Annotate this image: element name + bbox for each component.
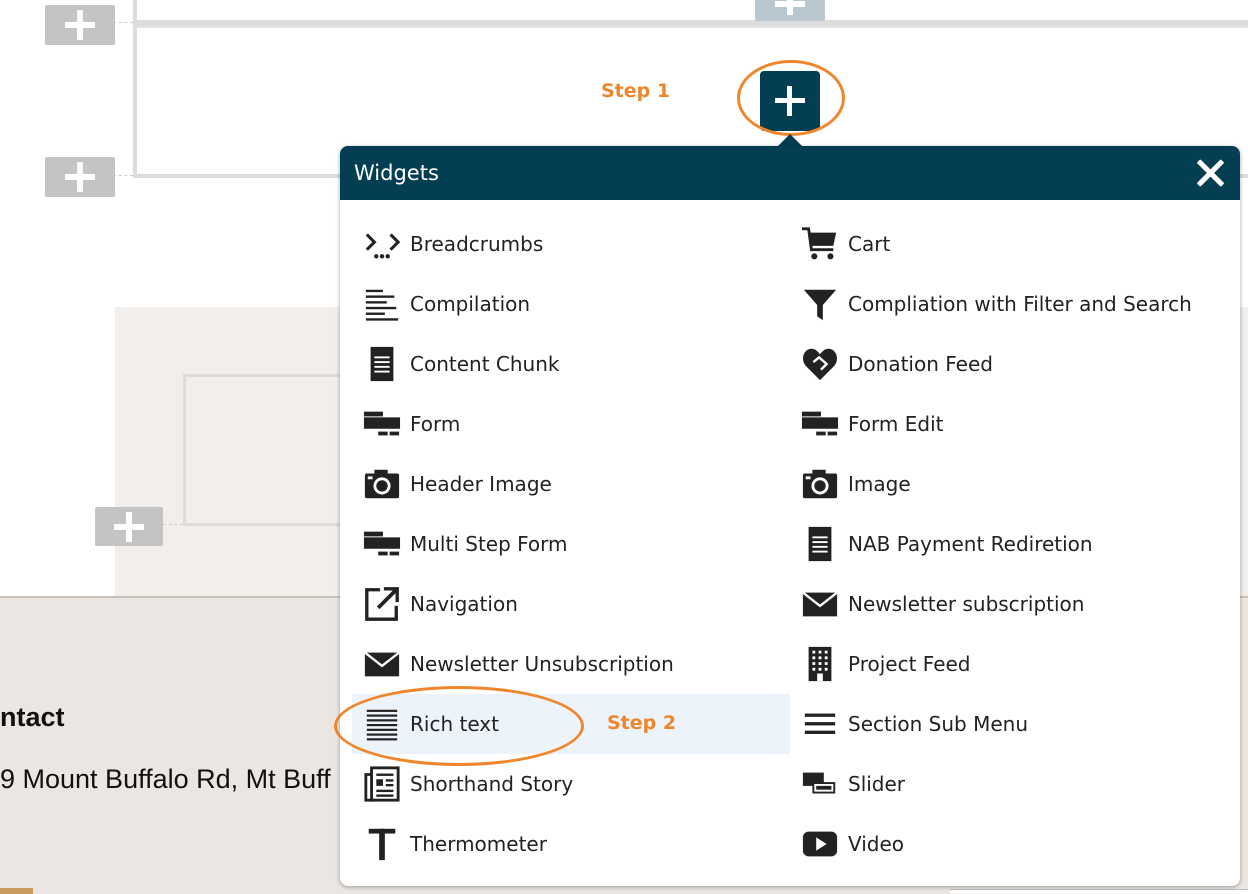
widget-label: Multi Step Form xyxy=(410,532,568,556)
widget-label: Thermometer xyxy=(410,832,547,856)
footer-input-edge[interactable] xyxy=(950,889,1248,894)
plus-icon xyxy=(65,162,95,192)
widget-video[interactable]: Video xyxy=(790,814,1228,874)
envelope-icon xyxy=(800,584,840,624)
widget-image[interactable]: Image xyxy=(790,454,1228,514)
widget-label: Slider xyxy=(848,772,906,796)
form-icon xyxy=(362,524,402,564)
add-section-button-1[interactable] xyxy=(45,5,115,45)
widget-label: Shorthand Story xyxy=(410,772,574,796)
widget-slider[interactable]: Slider xyxy=(790,754,1228,814)
popup-title: Widgets xyxy=(354,161,439,185)
slider-icon xyxy=(800,764,840,804)
widget-form[interactable]: Form xyxy=(352,394,790,454)
plus-icon xyxy=(114,511,144,542)
camera-icon xyxy=(362,464,402,504)
widget-breadcrumbs[interactable]: Breadcrumbs xyxy=(352,214,790,274)
widget-newsletter-unsubscription[interactable]: Newsletter Unsubscription xyxy=(352,634,790,694)
widget-multi-step-form[interactable]: Multi Step Form xyxy=(352,514,790,574)
compilation-icon xyxy=(362,284,402,324)
widget-label: Breadcrumbs xyxy=(410,232,544,256)
widget-shorthand-story[interactable]: Shorthand Story xyxy=(352,754,790,814)
step2-label: Step 2 xyxy=(607,712,677,734)
widget-label: Header Image xyxy=(410,472,552,496)
widget-label: Cart xyxy=(848,232,891,256)
add-widget-button[interactable] xyxy=(760,71,820,131)
widget-compilation-filter-search[interactable]: Compliation with Filter and Search xyxy=(790,274,1228,334)
camera-icon xyxy=(800,464,840,504)
widget-label: Newsletter Unsubscription xyxy=(410,652,674,676)
plus-icon xyxy=(65,10,95,40)
text-t-icon xyxy=(362,824,402,864)
widget-cart[interactable]: Cart xyxy=(790,214,1228,274)
document-icon xyxy=(362,344,402,384)
external-link-icon xyxy=(362,584,402,624)
widget-label: Section Sub Menu xyxy=(848,712,1028,736)
footer-address: 9 Mount Buffalo Rd, Mt Buff xyxy=(0,764,331,794)
plus-icon xyxy=(775,86,805,116)
step1-label: Step 1 xyxy=(601,80,671,102)
widget-label: Project Feed xyxy=(848,652,971,676)
widget-label: NAB Payment Rediretion xyxy=(848,532,1093,556)
widget-label: Navigation xyxy=(410,592,518,616)
rich-text-icon xyxy=(362,704,402,744)
widget-form-edit[interactable]: Form Edit xyxy=(790,394,1228,454)
popup-header: Widgets xyxy=(340,146,1240,200)
section-frame-top xyxy=(133,0,1248,26)
widget-content-chunk[interactable]: Content Chunk xyxy=(352,334,790,394)
widget-project-feed[interactable]: Project Feed xyxy=(790,634,1228,694)
widgets-popup: Widgets Breadcrumbs Compilation Content … xyxy=(340,146,1240,886)
add-widget-button-top[interactable] xyxy=(755,0,825,21)
footer-contact-heading: ntact xyxy=(0,702,65,732)
form-icon xyxy=(362,404,402,444)
cart-icon xyxy=(800,224,840,264)
footer-button-edge[interactable] xyxy=(0,888,33,894)
building-icon xyxy=(800,644,840,684)
close-icon[interactable] xyxy=(1196,158,1226,188)
widget-label: Content Chunk xyxy=(410,352,560,376)
widget-label: Rich text xyxy=(410,712,499,736)
connector-line xyxy=(113,22,133,23)
envelope-icon xyxy=(362,644,402,684)
widget-label: Compilation xyxy=(410,292,531,316)
widget-compilation[interactable]: Compilation xyxy=(352,274,790,334)
widget-header-image[interactable]: Header Image xyxy=(352,454,790,514)
widget-label: Compliation with Filter and Search xyxy=(848,292,1192,316)
add-section-button-2[interactable] xyxy=(45,157,115,197)
filter-icon xyxy=(800,284,840,324)
widget-nab-payment[interactable]: NAB Payment Rediretion xyxy=(790,514,1228,574)
widget-navigation[interactable]: Navigation xyxy=(352,574,790,634)
document-icon xyxy=(800,524,840,564)
widget-rich-text[interactable]: Rich text xyxy=(352,694,790,754)
heart-handshake-icon xyxy=(800,344,840,384)
add-section-button-3[interactable] xyxy=(95,507,163,546)
widget-label: Newsletter subscription xyxy=(848,592,1085,616)
form-icon xyxy=(800,404,840,444)
hamburger-icon xyxy=(800,704,840,744)
widget-newsletter-subscription[interactable]: Newsletter subscription xyxy=(790,574,1228,634)
widget-label: Video xyxy=(848,832,905,856)
widget-thermometer[interactable]: Thermometer xyxy=(352,814,790,874)
widget-label: Donation Feed xyxy=(848,352,993,376)
newspaper-icon xyxy=(362,764,402,804)
widget-label: Image xyxy=(848,472,911,496)
widget-label: Form xyxy=(410,412,461,436)
connector-line xyxy=(113,175,133,176)
breadcrumbs-icon xyxy=(362,224,402,264)
widget-donation-feed[interactable]: Donation Feed xyxy=(790,334,1228,394)
plus-icon xyxy=(775,0,805,23)
widget-label: Form Edit xyxy=(848,412,944,436)
connector-line xyxy=(163,524,183,525)
widget-section-sub-menu[interactable]: Section Sub Menu xyxy=(790,694,1228,754)
play-icon xyxy=(800,824,840,864)
